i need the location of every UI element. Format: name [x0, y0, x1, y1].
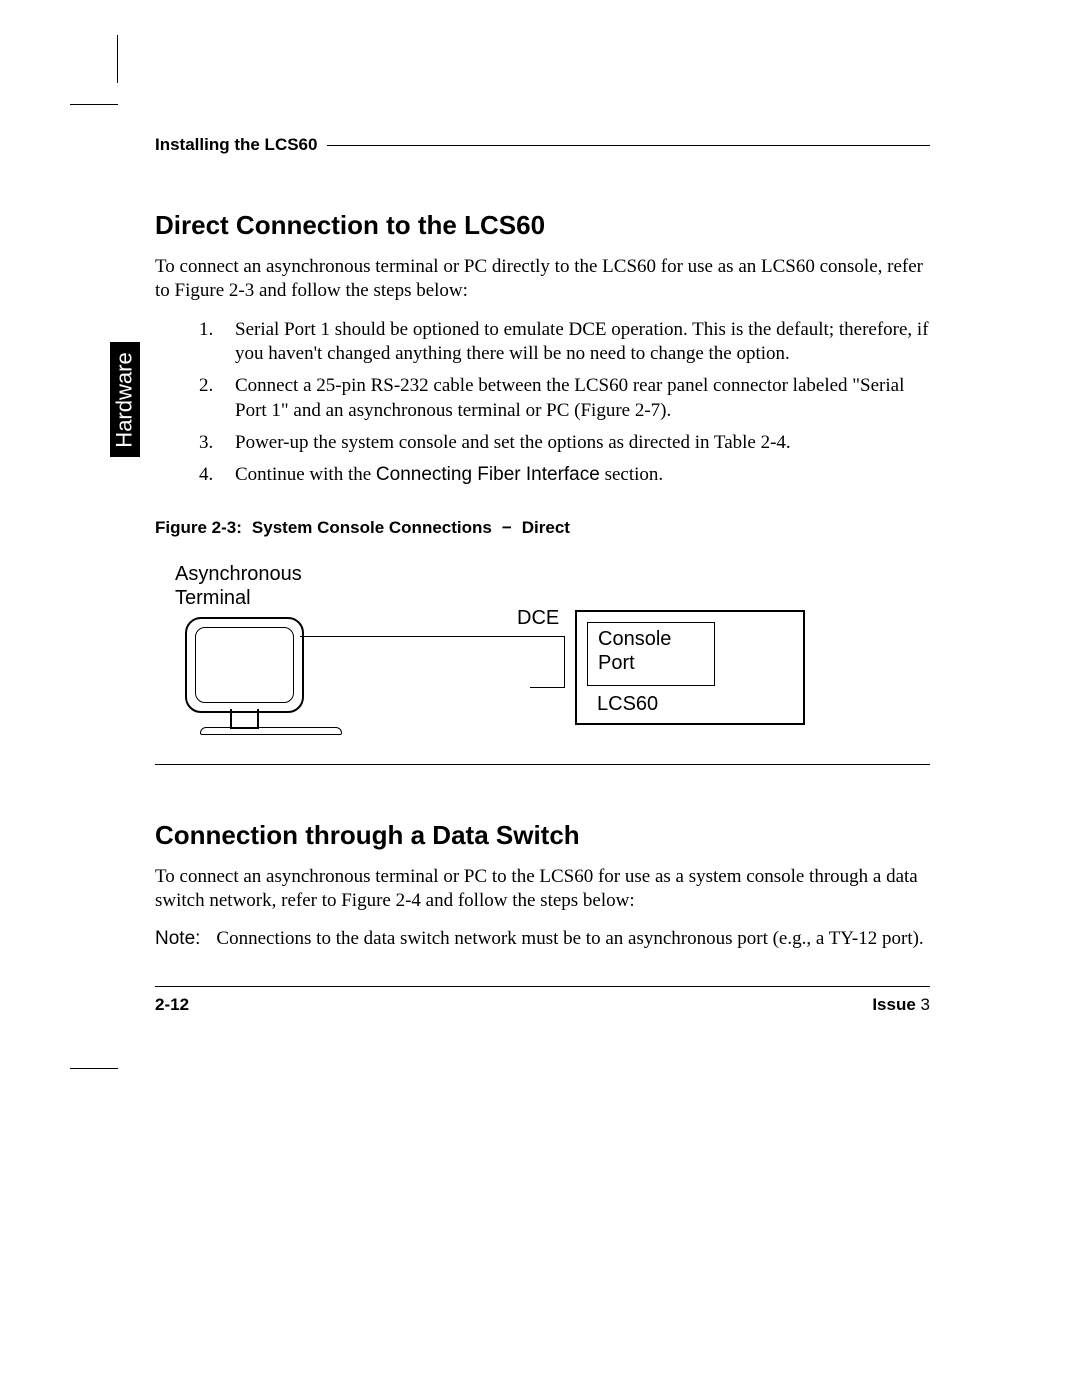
crop-mark-top-left: [70, 35, 118, 105]
step-4: Continue with the Connecting Fiber Inter…: [235, 463, 930, 487]
step4-reference: Connecting Fiber Interface: [376, 464, 600, 485]
running-header-title: Installing the LCS60: [155, 135, 317, 155]
section-heading-switch: Connection through a Data Switch: [155, 820, 930, 851]
crop-mark-bottom-left: [70, 1068, 118, 1069]
figure-title: System Console Connections: [252, 518, 492, 538]
lcs60-label: LCS60: [597, 692, 658, 716]
figure-dash: −: [502, 518, 512, 538]
monitor-stand: [230, 709, 259, 729]
keyboard-icon: [200, 727, 342, 735]
issue-label: Issue: [872, 995, 915, 1014]
step4-suffix: section.: [600, 464, 663, 485]
terminal-label: Asynchronous Terminal: [175, 562, 302, 610]
figure-caption: Figure 2-3: System Console Connections −…: [155, 518, 930, 538]
section2-intro: To connect an asynchronous terminal or P…: [155, 865, 930, 914]
chapter-tab: Hardware: [110, 342, 140, 457]
cable-line: [300, 636, 565, 688]
figure-diagram: Asynchronous Terminal DCE Console Port L…: [175, 562, 855, 742]
section1-intro: To connect an asynchronous terminal or P…: [155, 255, 930, 304]
page-footer: 2-12 Issue 3: [155, 986, 930, 1015]
page-number: 2-12: [155, 995, 189, 1015]
note-block: Note: Connections to the data switch net…: [155, 927, 930, 951]
running-header: Installing the LCS60: [155, 135, 930, 155]
document-page: Hardware Installing the LCS60 Direct Con…: [0, 0, 1080, 1397]
section-heading-direct: Direct Connection to the LCS60: [155, 210, 930, 241]
figure-suffix: Direct: [522, 518, 570, 538]
monitor-icon: [185, 617, 304, 713]
steps-list: Serial Port 1 should be optioned to emul…: [155, 318, 930, 488]
header-rule: [327, 145, 930, 146]
note-label: Note:: [155, 927, 200, 951]
step-3: Power-up the system console and set the …: [235, 431, 930, 455]
issue-block: Issue 3: [872, 995, 930, 1015]
dce-label: DCE: [517, 606, 559, 630]
note-text: Connections to the data switch network m…: [216, 927, 930, 951]
step-1: Serial Port 1 should be optioned to emul…: [235, 318, 930, 367]
step4-prefix: Continue with the: [235, 464, 376, 485]
chapter-tab-label: Hardware: [112, 352, 138, 447]
console-port-box: Console Port: [587, 622, 715, 686]
figure-number: Figure 2-3:: [155, 518, 242, 538]
issue-number: 3: [921, 995, 930, 1014]
section-divider: [155, 764, 930, 765]
footer-rule: [155, 986, 930, 987]
step-2: Connect a 25-pin RS-232 cable between th…: [235, 374, 930, 423]
